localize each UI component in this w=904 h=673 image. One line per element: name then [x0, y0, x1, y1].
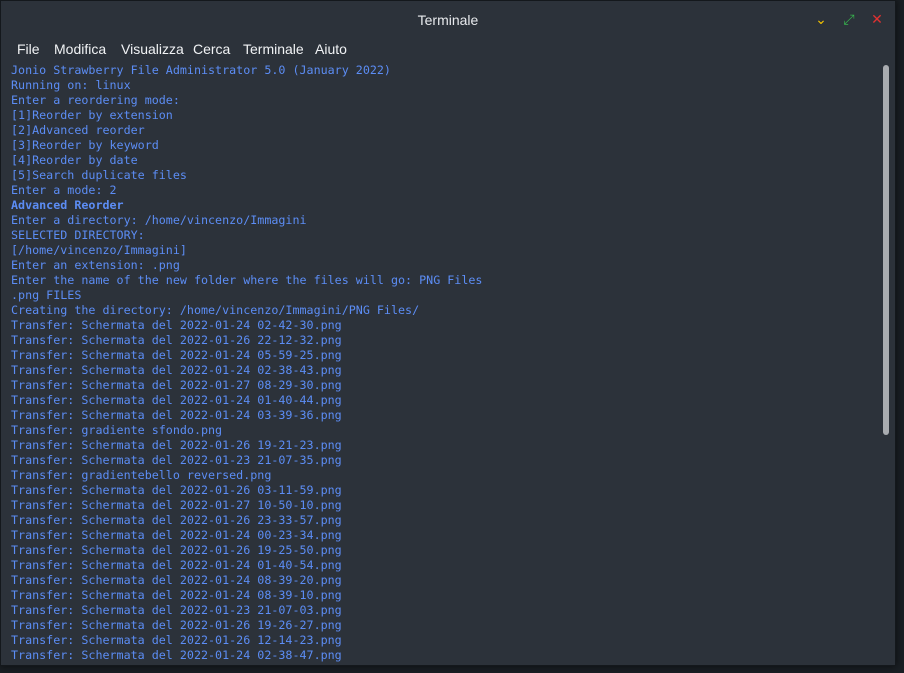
terminal-line: SELECTED DIRECTORY:	[11, 228, 145, 242]
terminal-line: [4]Reorder by date	[11, 153, 138, 167]
terminal-line: Transfer: Schermata del 2022-01-24 02-42…	[11, 318, 342, 332]
terminal-line: Enter a directory: /home/vincenzo/Immagi…	[11, 213, 307, 227]
terminal-line: [3]Reorder by keyword	[11, 138, 159, 152]
terminal-line: Transfer: Schermata del 2022-01-27 08-29…	[11, 378, 342, 392]
terminal-window: Terminale ⌄ ⤢ ✕ File Modifica Visualizza…	[0, 0, 896, 666]
vertical-scrollbar[interactable]	[879, 62, 893, 664]
terminal-line: [/home/vincenzo/Immagini]	[11, 243, 187, 257]
terminal-line: Advanced Reorder	[11, 198, 124, 212]
menu-bar: File Modifica Visualizza Cerca Terminale…	[1, 39, 895, 61]
window-title: Terminale	[417, 12, 479, 28]
terminal-line: Transfer: Schermata del 2022-01-26 23-33…	[11, 513, 342, 527]
terminal-line: Transfer: Schermata del 2022-01-26 19-26…	[11, 618, 342, 632]
menu-file[interactable]: File	[17, 41, 40, 57]
terminal-line: Transfer: Schermata del 2022-01-26 19-21…	[11, 438, 342, 452]
terminal-line: Creating the directory: /home/vincenzo/I…	[11, 303, 420, 317]
terminal-line: Transfer: Schermata del 2022-01-26 12-14…	[11, 633, 342, 647]
terminal-text: Jonio Strawberry File Administrator 5.0 …	[11, 63, 878, 663]
menu-aiuto[interactable]: Aiuto	[315, 41, 347, 57]
terminal-line: Transfer: gradientebello reversed.png	[11, 468, 272, 482]
terminal-line: Transfer: Schermata del 2022-01-24 08-39…	[11, 588, 342, 602]
terminal-line: Transfer: Schermata del 2022-01-26 19-25…	[11, 543, 342, 557]
terminal-line: [5]Search duplicate files	[11, 168, 187, 182]
terminal-line: Transfer: gradiente sfondo.png	[11, 423, 223, 437]
minimize-icon[interactable]: ⌄	[812, 11, 830, 29]
terminal-line: Transfer: Schermata del 2022-01-24 01-40…	[11, 558, 342, 572]
menu-modifica[interactable]: Modifica	[54, 41, 106, 57]
terminal-line: Transfer: Schermata del 2022-01-24 05-59…	[11, 348, 342, 362]
terminal-line: Transfer: Schermata del 2022-01-24 00-23…	[11, 528, 342, 542]
title-bar[interactable]: Terminale ⌄ ⤢ ✕	[1, 1, 895, 39]
terminal-line: Transfer: Schermata del 2022-01-24 02-38…	[11, 363, 342, 377]
terminal-line: [1]Reorder by extension	[11, 108, 173, 122]
terminal-output[interactable]: Jonio Strawberry File Administrator 5.0 …	[1, 62, 878, 664]
terminal-line: [2]Advanced reorder	[11, 123, 145, 137]
menu-cerca[interactable]: Cerca	[193, 41, 230, 57]
terminal-line: Transfer: Schermata del 2022-01-24 02-38…	[11, 648, 342, 662]
terminal-line: Transfer: Schermata del 2022-01-26 22-12…	[11, 333, 342, 347]
menu-terminale[interactable]: Terminale	[243, 41, 304, 57]
terminal-line: Running on: linux	[11, 78, 131, 92]
terminal-line: Enter the name of the new folder where t…	[11, 273, 483, 287]
terminal-line: Transfer: Schermata del 2022-01-24 08-39…	[11, 573, 342, 587]
terminal-line: Enter a reordering mode:	[11, 93, 180, 107]
maximize-icon[interactable]: ⤢	[840, 11, 858, 29]
terminal-line: Transfer: Schermata del 2022-01-23 21-07…	[11, 453, 342, 467]
terminal-line: .png FILES	[11, 288, 82, 302]
terminal-line: Transfer: Schermata del 2022-01-24 01-40…	[11, 393, 342, 407]
terminal-line: Enter a mode: 2	[11, 183, 117, 197]
terminal-line: Transfer: Schermata del 2022-01-26 03-11…	[11, 483, 342, 497]
terminal-line: Transfer: Schermata del 2022-01-27 10-50…	[11, 498, 342, 512]
terminal-line: Jonio Strawberry File Administrator 5.0 …	[11, 63, 391, 77]
terminal-line: Enter an extension: .png	[11, 258, 180, 272]
menu-visualizza[interactable]: Visualizza	[121, 41, 184, 57]
terminal-line: Transfer: Schermata del 2022-01-23 21-07…	[11, 603, 342, 617]
scrollbar-thumb[interactable]	[883, 65, 889, 435]
terminal-line: Transfer: Schermata del 2022-01-24 03-39…	[11, 408, 342, 422]
close-icon[interactable]: ✕	[868, 11, 886, 29]
